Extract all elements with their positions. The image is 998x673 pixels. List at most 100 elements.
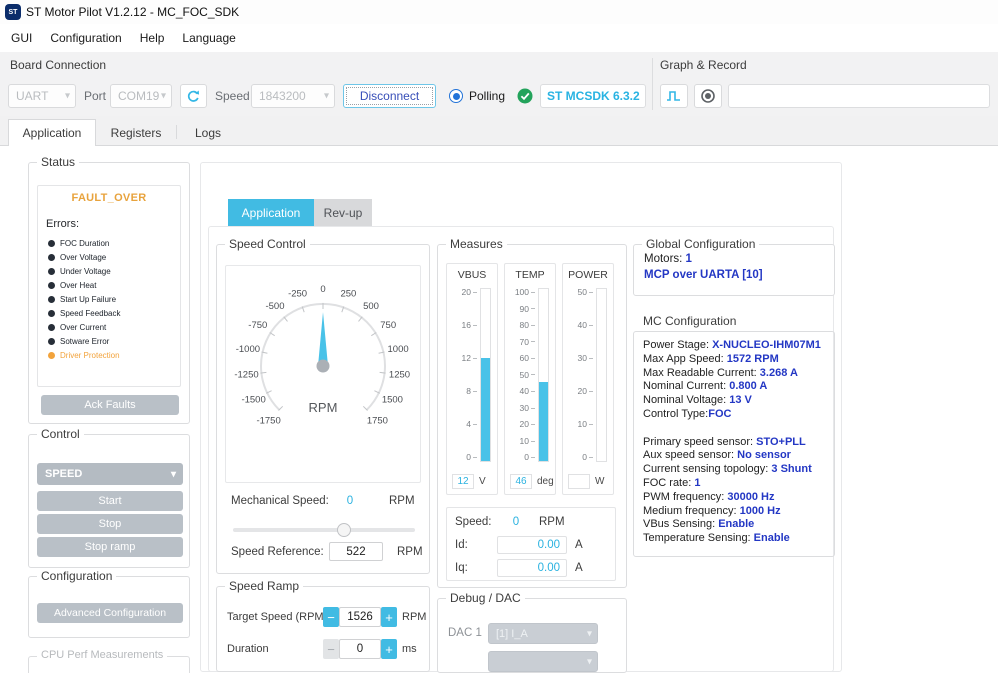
target-speed-plus-button[interactable]: + — [381, 607, 397, 627]
id-field-value: 0.00 — [497, 536, 567, 554]
speed-gauge-box: -1750 -1500 -1250 -1000 -750 -500 -250 0 250 500 7… — [225, 265, 421, 483]
mc-config-row: VBus Sensing: Enable — [643, 518, 834, 532]
refresh-icon — [187, 90, 200, 102]
status-group-title: Status — [37, 155, 80, 169]
debug-dac-group: Debug / DAC DAC 1 [1] I_A — [437, 591, 627, 673]
mc-config-row-value: FOC — [708, 407, 732, 420]
svg-text:-1250: -1250 — [234, 370, 258, 381]
record-signal-input[interactable] — [728, 84, 990, 108]
error-led-icon — [48, 323, 55, 331]
vbus-meter-bar — [480, 288, 491, 462]
dac1-select[interactable]: [1] I_A — [488, 623, 598, 644]
menu-language[interactable]: Language — [173, 31, 244, 45]
mc-config-row-label: Max Readable Current: — [643, 366, 760, 379]
mc-config-row: FOC rate: 1 — [643, 477, 834, 491]
mc-config-box: Power Stage: X-NUCLEO-IHM07M1 Max App Sp… — [633, 331, 835, 557]
polling-radio[interactable] — [449, 89, 463, 103]
record-button[interactable] — [694, 84, 722, 108]
refresh-ports-button[interactable] — [180, 84, 207, 108]
uart-select-value: UART — [16, 89, 49, 103]
power-meter-name: POWER — [568, 269, 608, 281]
svg-text:1250: 1250 — [389, 370, 410, 381]
speed-reference-unit: RPM — [397, 546, 423, 558]
advanced-configuration-button[interactable]: Advanced Configuration — [37, 603, 183, 623]
temp-meter-name: TEMP — [515, 269, 545, 281]
speed-reference-input[interactable] — [329, 542, 383, 561]
mc-config-row-label: Current sensing topology: — [643, 463, 772, 476]
ack-faults-button[interactable]: Ack Faults — [41, 395, 179, 415]
mc-config-row: Aux speed sensor: No sensor — [643, 449, 834, 463]
mc-config-row-value: 30000 Hz — [727, 490, 775, 503]
mc-config-row-value: 13 V — [729, 394, 752, 407]
disconnect-button[interactable]: Disconnect — [343, 84, 436, 108]
measures-group: Measures VBUS 20 16 12 8 4 0 12 V TEMP 100 90 80… — [437, 237, 627, 588]
mc-config-row-label: Temperature Sensing: — [643, 532, 754, 545]
tab-logs[interactable]: Logs — [177, 119, 239, 146]
speed-control-group: Speed Control -1750 -1500 -1250 -1000 -750 -5… — [216, 237, 430, 574]
firmware-version-field: ST MCSDK 6.3.2 — [540, 84, 646, 108]
speed-reference-slider[interactable] — [233, 523, 415, 537]
menu-bar: GUI Configuration Help Language — [0, 24, 998, 52]
mc-config-row-value: 3.268 A — [759, 366, 798, 379]
menu-configuration[interactable]: Configuration — [41, 31, 130, 45]
control-group-title: Control — [37, 427, 84, 441]
svg-text:750: 750 — [380, 320, 396, 331]
board-connection-panel: Board Connection UART Port COM19 Speed 1… — [0, 52, 998, 116]
app-logo-icon: ST — [5, 4, 21, 20]
dac2-select[interactable] — [488, 651, 598, 672]
svg-text:-250: -250 — [288, 288, 307, 299]
menu-gui[interactable]: GUI — [2, 31, 41, 45]
target-speed-minus-button[interactable]: − — [323, 607, 339, 627]
motors-label: Motors: — [644, 253, 686, 265]
record-icon — [701, 89, 715, 103]
speed-label: Speed — [215, 89, 250, 103]
error-item: Sotware Error — [48, 334, 121, 348]
error-item: FOC Duration — [48, 236, 121, 250]
svg-text:-750: -750 — [248, 320, 267, 331]
motor-tab-application[interactable]: Application — [228, 199, 314, 226]
slider-track — [233, 528, 415, 532]
graph-button[interactable] — [660, 84, 688, 108]
stop-button[interactable]: Stop — [37, 514, 183, 534]
error-item: Start Up Failure — [48, 292, 121, 306]
error-led-icon — [48, 281, 55, 289]
duration-minus-button[interactable]: − — [323, 639, 339, 659]
mc-config-row-label: Max App Speed: — [643, 352, 727, 365]
error-led-icon — [48, 239, 55, 247]
error-item-label: Sotware Error — [60, 336, 110, 346]
error-item: Speed Feedback — [48, 306, 121, 320]
speed-slider-handle[interactable] — [337, 523, 352, 537]
target-speed-input[interactable] — [339, 607, 381, 627]
speed-control-title: Speed Control — [225, 237, 310, 251]
connection-ok-icon — [517, 88, 533, 104]
svg-text:0: 0 — [320, 284, 325, 295]
mc-config-row: PWM frequency: 30000 Hz — [643, 491, 834, 505]
error-item: Under Voltage — [48, 264, 121, 278]
vbus-meter-name: VBUS — [457, 269, 487, 281]
duration-plus-button[interactable]: + — [381, 639, 397, 659]
speed-gauge: -1750 -1500 -1250 -1000 -750 -500 -250 0 250 5007… — [234, 284, 410, 426]
control-mode-select[interactable]: SPEED — [37, 463, 183, 485]
baud-select[interactable]: 1843200 — [251, 84, 335, 108]
status-group: Status FAULT_OVER Errors: FOC Duration O… — [28, 155, 190, 424]
start-button[interactable]: Start — [37, 491, 183, 511]
tab-registers[interactable]: Registers — [96, 119, 176, 146]
svg-text:1500: 1500 — [382, 394, 403, 405]
configuration-group: Configuration Advanced Configuration — [28, 569, 190, 638]
global-config-title: Global Configuration — [642, 237, 760, 251]
mc-config-row: Current sensing topology: 3 Shunt — [643, 463, 834, 477]
motor-tab-revup[interactable]: Rev-up — [314, 199, 372, 226]
speed-ramp-group: Speed Ramp Target Speed (RPM) − + RPM Du… — [216, 579, 430, 672]
error-item: Over Voltage — [48, 250, 121, 264]
stop-ramp-button[interactable]: Stop ramp — [37, 537, 183, 557]
tab-application[interactable]: Application — [8, 119, 96, 146]
target-speed-unit: RPM — [402, 611, 427, 623]
port-select[interactable]: COM19 — [110, 84, 172, 108]
uart-select[interactable]: UART — [8, 84, 76, 108]
vbus-meter: VBUS 20 16 12 8 4 0 12 V — [446, 263, 498, 495]
error-item-label: FOC Duration — [60, 238, 110, 248]
duration-input[interactable] — [339, 639, 381, 659]
mcp-link[interactable]: MCP over UARTA [10] — [644, 269, 763, 281]
menu-help[interactable]: Help — [131, 31, 174, 45]
mc-config-row-label: Primary speed sensor: — [643, 435, 757, 448]
